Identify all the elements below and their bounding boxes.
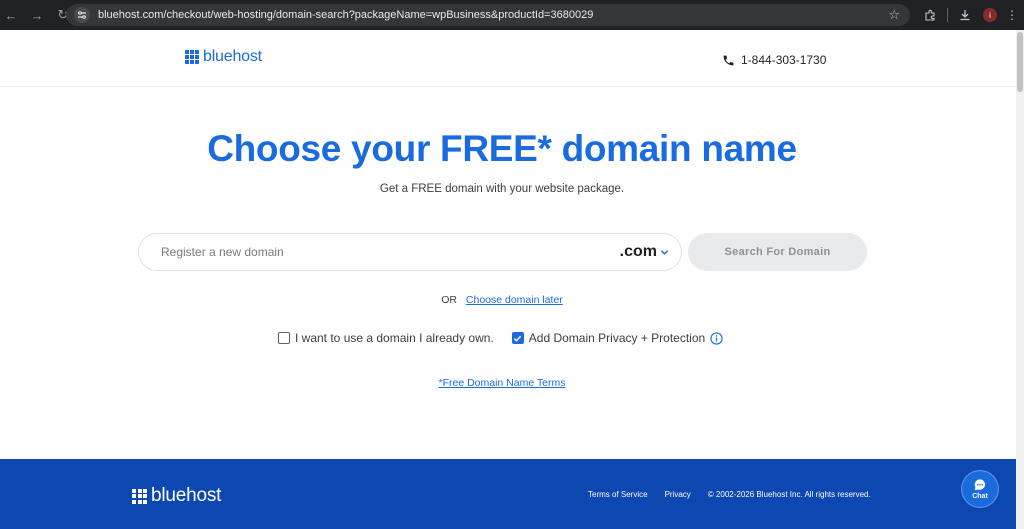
logo-grid-icon xyxy=(185,50,199,64)
site-header: bluehost 1-844-303-1730 xyxy=(0,30,1016,87)
phone-number: 1-844-303-1730 xyxy=(741,53,827,67)
back-icon[interactable]: ← xyxy=(0,0,22,30)
site-info-icon[interactable] xyxy=(74,7,90,23)
or-text: OR xyxy=(441,294,457,306)
own-domain-option[interactable]: I want to use a domain I already own. xyxy=(278,331,494,345)
domain-search-input[interactable] xyxy=(161,234,581,270)
privacy-checkbox[interactable] xyxy=(511,332,524,344)
own-domain-label: I want to use a domain I already own. xyxy=(295,331,494,345)
or-row: OR Choose domain later xyxy=(0,294,1004,306)
page-subtitle: Get a FREE domain with your website pack… xyxy=(379,183,625,195)
phone-link[interactable]: 1-844-303-1730 xyxy=(722,53,826,67)
privacy-link[interactable]: Privacy xyxy=(665,490,691,499)
checkmark-icon xyxy=(514,335,522,342)
footer-logo[interactable]: bluehost xyxy=(132,485,221,507)
page-scrollbar[interactable] xyxy=(1016,30,1024,529)
search-domain-button[interactable]: Search For Domain xyxy=(688,233,867,271)
privacy-option[interactable]: Add Domain Privacy + Protection xyxy=(511,331,706,345)
scrollbar-thumb[interactable] xyxy=(1017,32,1023,92)
terms-of-service-link[interactable]: Terms of Service xyxy=(588,490,648,499)
profile-avatar[interactable]: i xyxy=(982,0,998,30)
url-text: bluehost.com/checkout/web-hosting/domain… xyxy=(98,9,594,21)
forward-icon[interactable]: → xyxy=(26,0,48,30)
footer-logo-text: bluehost xyxy=(151,485,222,506)
domain-options: I want to use a domain I already own. Ad… xyxy=(278,331,723,345)
copyright-text: © 2002-2026 Bluehost Inc. All rights res… xyxy=(707,490,871,499)
phone-icon xyxy=(723,55,734,65)
info-icon[interactable] xyxy=(710,331,723,345)
site-footer: bluehost Terms of Service Privacy © 2002… xyxy=(0,459,1016,529)
extensions-icon[interactable] xyxy=(920,0,940,30)
domain-search-box: .com xyxy=(138,233,682,271)
menu-icon[interactable]: ⋮ xyxy=(1004,0,1020,30)
privacy-label: Add Domain Privacy + Protection xyxy=(528,331,706,345)
chevron-down-icon xyxy=(660,249,669,255)
page-title: Choose your FREE* domain name xyxy=(207,128,797,169)
footer-logo-grid-icon xyxy=(132,488,147,504)
choose-domain-later-link[interactable]: Choose domain later xyxy=(466,294,563,306)
chat-label: Chat xyxy=(972,493,988,500)
logo-text: bluehost xyxy=(203,48,262,65)
address-bar[interactable]: bluehost.com/checkout/web-hosting/domain… xyxy=(66,4,910,26)
toolbar-divider xyxy=(947,8,948,22)
tld-dropdown[interactable]: .com xyxy=(620,234,669,270)
own-domain-checkbox[interactable] xyxy=(278,332,290,344)
bookmark-star-icon[interactable]: ☆ xyxy=(888,7,900,23)
terms-row: *Free Domain Name Terms xyxy=(0,377,1004,389)
download-icon[interactable] xyxy=(955,0,975,30)
free-domain-terms-link[interactable]: *Free Domain Name Terms xyxy=(438,377,565,389)
chat-button[interactable]: Chat xyxy=(961,470,999,508)
footer-links: Terms of Service Privacy © 2002-2026 Blu… xyxy=(588,490,888,499)
browser-toolbar: ← → ↻ bluehost.com/checkout/web-hosting/… xyxy=(0,0,1024,30)
bluehost-logo[interactable]: bluehost xyxy=(185,48,262,66)
page-content: bluehost 1-844-303-1730 Choose your FREE… xyxy=(0,30,1016,529)
chat-bubble-icon xyxy=(974,479,986,491)
tld-selected: .com xyxy=(619,243,657,260)
